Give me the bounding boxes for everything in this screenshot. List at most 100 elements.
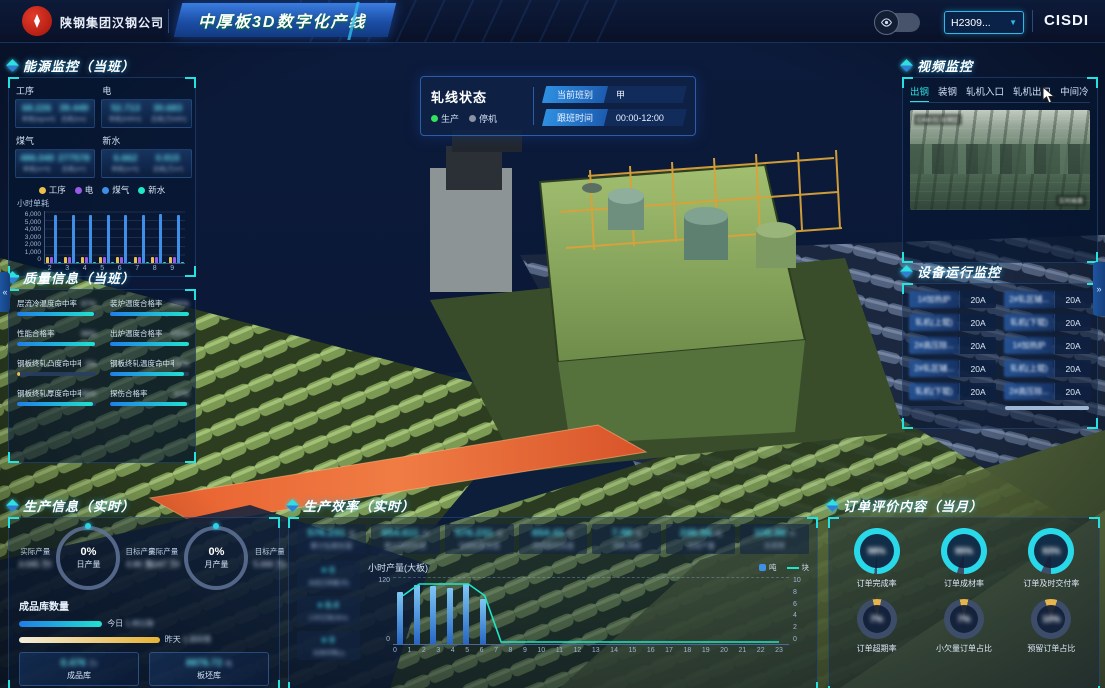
efficiency-stat-card: 576.231 米当班轧制长度: [445, 524, 514, 554]
energy-bar: [177, 215, 180, 263]
hourly-bar-slot: [728, 578, 736, 644]
legend-swatch-icon: [787, 567, 799, 569]
energy-groups: 工序68.226单耗(kgce/t)39.449总耗(tce)电52.713单耗…: [15, 83, 189, 178]
stat-label: 当班剪切长度: [521, 541, 586, 551]
equipment-cell[interactable]: 1#加热炉20A: [909, 291, 996, 308]
hourly-xtick: 19: [702, 647, 710, 654]
hourly-bar-slot: [761, 578, 769, 644]
energy-group-box: 68.226单耗(kgce/t)39.449总耗(tce): [15, 99, 95, 128]
efficiency-panel-title-text: 生产效率（实时）: [303, 496, 415, 515]
video-feed[interactable]: CAM-01 出钢区 实时画面: [910, 110, 1090, 210]
hourly-xtick: 0: [393, 647, 397, 654]
stat-value: 7.88 块: [594, 527, 659, 539]
efficiency-stat-card: 246.86 吨当班产量: [666, 524, 735, 554]
video-tab-中间冷[interactable]: 中间冷: [1060, 84, 1089, 98]
equipment-cell[interactable]: 1#加热炉20A: [1004, 337, 1091, 354]
equipment-cell[interactable]: 2#高压除...20A: [1004, 383, 1091, 400]
energy-bar: [54, 215, 57, 263]
equipment-name: 2#高压除...: [909, 337, 959, 354]
header-divider: [168, 9, 169, 33]
hourly-bar-slot: [612, 578, 620, 644]
panel-efficiency: 生产效率（实时） 576.231 米累计轧制长度654.611 米累计剪切长度5…: [288, 496, 818, 688]
corner-bracket: [828, 517, 839, 528]
hourly-bar: [480, 599, 486, 644]
equipment-cell[interactable]: 轧机(上辊)20A: [909, 314, 996, 331]
hourly-xtick: 4: [451, 647, 455, 654]
hourly-ltick: 0: [386, 636, 390, 643]
energy-bar: [128, 262, 131, 263]
visibility-toggle[interactable]: [876, 13, 920, 32]
hourly-xtick: 6: [480, 647, 484, 654]
stock-box[interactable]: 8876.72 吨板坯库: [149, 652, 269, 686]
gauge-name: 日产量: [76, 559, 100, 570]
energy-metric-unit: 总耗(万kWh): [150, 115, 184, 124]
production-gauges: 实际产量0.045 万t0%日产量目标产量0.90 万t实际产量0.167 万t…: [19, 526, 269, 590]
stock-box-label: 成品库: [67, 670, 91, 681]
stat-label: 待轧块数: [594, 541, 659, 551]
equipment-cell[interactable]: 2#高压除...20A: [909, 337, 996, 354]
collapse-handle-left[interactable]: «: [0, 272, 10, 312]
equipment-name: 2#轧区辅...: [909, 360, 959, 377]
panel-energy: 能源监控（当班） 工序68.226单耗(kgce/t)39.449总耗(tce)…: [8, 56, 196, 277]
energy-legend-item: 煤气: [102, 184, 129, 196]
quality-item: 探伤合格率97%: [110, 388, 189, 406]
hourly-xtick: 5: [465, 647, 469, 654]
legend-dot-icon: [75, 187, 82, 194]
video-tab-出钢[interactable]: 出钢: [910, 84, 929, 98]
energy-chart-plot: [44, 211, 185, 264]
energy-metric-unit: 单耗(kgce/t): [22, 115, 52, 124]
hourly-rtick: 2: [793, 624, 809, 631]
energy-ytick: 3,000: [25, 234, 41, 241]
energy-bar: [146, 262, 149, 263]
energy-legend-item: 工序: [39, 184, 66, 196]
order-donut: 95%订单成材率: [922, 528, 1005, 589]
quality-item: 装炉温度合格率100%: [110, 298, 189, 316]
orders-frame: 98%订单完成率95%订单成材率93%订单及时交付率7%订单超期率7%小欠量订单…: [828, 517, 1100, 688]
video-tab-装钢[interactable]: 装钢: [938, 84, 957, 98]
hourly-bar-slot: [562, 578, 570, 644]
energy-bar: [76, 262, 79, 263]
efficiency-frame: 576.231 米累计轧制长度654.611 米累计剪切长度576.231 米当…: [288, 517, 818, 688]
energy-metric-unit: 单耗(m³/t): [22, 165, 52, 174]
hourly-bar-slot: [579, 578, 587, 644]
hourly-xtick: 18: [683, 647, 691, 654]
hourly-bar-slot: [446, 578, 454, 644]
equipment-cell[interactable]: 2#轧区辅...20A: [909, 360, 996, 377]
equipment-cell[interactable]: 轧机(下辊)20A: [1004, 314, 1091, 331]
production-gauge: 实际产量0.045 万t0%日产量目标产量0.90 万t: [19, 526, 147, 590]
order-donut: 98%订单完成率: [835, 528, 918, 589]
diamond-icon: [286, 499, 299, 512]
quality-label: 性能合格率: [17, 328, 55, 339]
equipment-cell[interactable]: 2#轧区辅...20A: [1004, 291, 1091, 308]
energy-bar: [111, 262, 114, 263]
line-status-left: 轧线状态 生产停机: [431, 87, 523, 125]
hourly-xtick: 10: [537, 647, 545, 654]
quality-label: 出炉温度合格率: [110, 328, 163, 339]
equipment-cell[interactable]: 轧机(下辊)20A: [909, 383, 996, 400]
video-tab-轧机出口[interactable]: 轧机出口: [1013, 84, 1051, 98]
quality-label: 探伤合格率: [110, 388, 148, 399]
video-panel-title-text: 视频监控: [917, 56, 973, 75]
actual-label: 实际产量: [19, 546, 51, 557]
hourly-bar: [463, 584, 469, 644]
legend-dot-icon: [138, 187, 145, 194]
hourly-bar-slot: [413, 578, 421, 644]
quality-item-top: 钢板终轧凸度命中率3%: [17, 358, 96, 369]
energy-group-box: 52.713单耗(kWh/t)30.683总耗(万kWh): [101, 99, 191, 128]
hourly-chart-header: 小时产量(大板) 吨块: [368, 561, 809, 574]
hourly-xtick: 7: [494, 647, 498, 654]
efficiency-stats: 576.231 米累计轧制长度654.611 米累计剪切长度576.231 米当…: [297, 524, 809, 554]
top-bar: 陕钢集团汉钢公司 中厚板3D数字化产线 H2309... ▼ CISDI: [0, 0, 1105, 43]
view-selector-dropdown[interactable]: H2309... ▼: [944, 11, 1024, 34]
hourly-legend-item: 块: [787, 562, 810, 573]
stock-box[interactable]: 0.476 万t成品库: [19, 652, 139, 686]
equipment-scrollbar-thumb[interactable]: [1005, 406, 1089, 410]
video-tab-轧机入口[interactable]: 轧机入口: [966, 84, 1004, 98]
equipment-cell[interactable]: 轧机(上辊)20A: [1004, 360, 1091, 377]
panel-equipment: 设备运行监控 1#加热炉20A2#轧区辅...20A轧机(上辊)20A轧机(下辊…: [902, 262, 1098, 429]
hourly-bar-slot: [429, 578, 437, 644]
collapse-handle-right[interactable]: »: [1093, 262, 1105, 316]
energy-bar: [169, 257, 172, 263]
quality-bar-fill: [17, 342, 95, 346]
energy-metric: 30.683总耗(万kWh): [149, 103, 187, 124]
